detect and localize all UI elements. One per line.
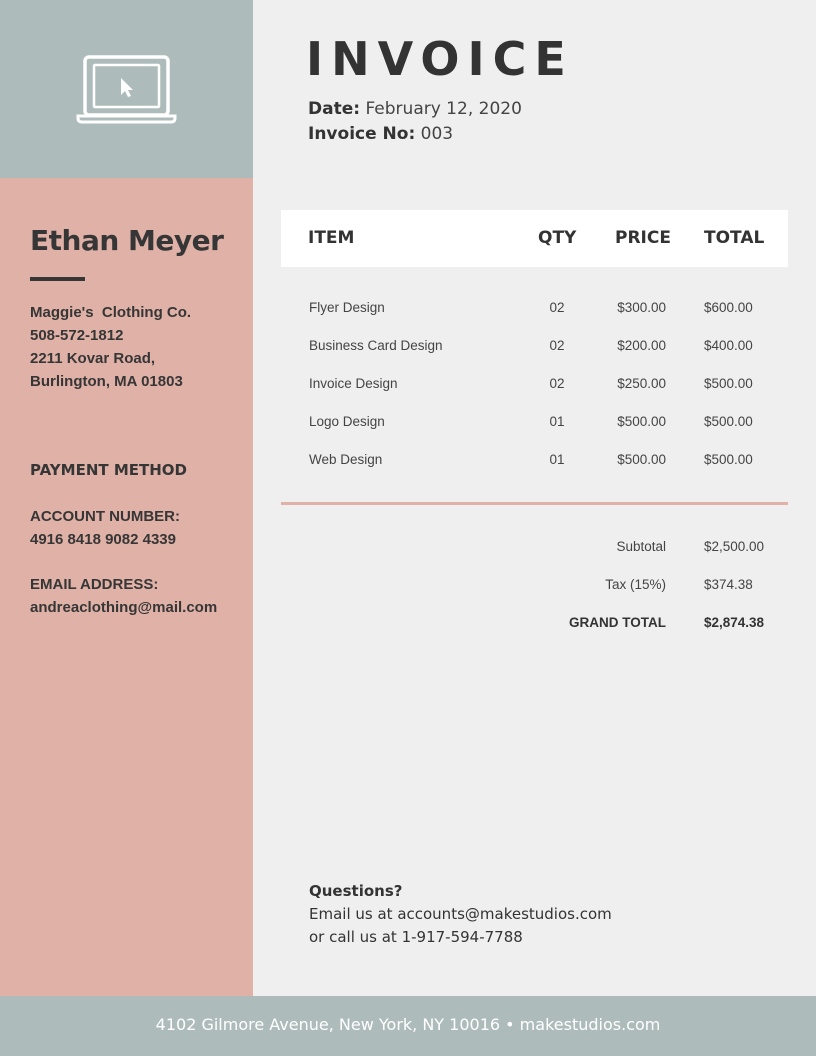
account-number-block: ACCOUNT NUMBER: 4916 8418 9082 4339 xyxy=(30,505,180,551)
invoice-date: Date: February 12, 2020 xyxy=(308,99,522,119)
footer-bar: 4102 Gilmore Avenue, New York, NY 10016 … xyxy=(0,996,816,1056)
table-row: Business Card Design 02 $200.00 $400.00 xyxy=(0,336,816,374)
row-qty: 02 xyxy=(549,300,565,315)
account-number-value: 4916 8418 9082 4339 xyxy=(30,531,176,548)
account-number-label: ACCOUNT NUMBER: xyxy=(30,508,180,525)
email-block: EMAIL ADDRESS: andreaclothing@mail.com xyxy=(30,573,217,619)
laptop-icon xyxy=(76,55,177,124)
row-qty: 01 xyxy=(549,452,565,467)
row-price: $200.00 xyxy=(617,338,666,353)
invoice-number: Invoice No: 003 xyxy=(308,124,453,144)
invoice-number-value: 003 xyxy=(420,124,454,144)
row-total: $500.00 xyxy=(704,452,753,467)
row-price: $300.00 xyxy=(617,300,666,315)
invoice-number-label: Invoice No: xyxy=(308,124,416,144)
row-total: $500.00 xyxy=(704,414,753,429)
name-underline xyxy=(30,277,85,281)
questions-block: Questions? Email us at accounts@makestud… xyxy=(309,880,612,949)
row-item: Invoice Design xyxy=(309,376,398,391)
footer-address: 4102 Gilmore Avenue, New York, NY 10016 … xyxy=(155,1015,661,1034)
row-price: $500.00 xyxy=(617,452,666,467)
subtotal-label: Subtotal xyxy=(616,539,666,554)
email-value[interactable]: andreaclothing@mail.com xyxy=(30,596,217,619)
row-item: Logo Design xyxy=(309,414,385,429)
header-qty: QTY xyxy=(538,228,577,248)
questions-phone-line[interactable]: or call us at 1-917-594-7788 xyxy=(309,926,612,949)
row-qty: 02 xyxy=(549,338,565,353)
row-qty: 02 xyxy=(549,376,565,391)
row-price: $250.00 xyxy=(617,376,666,391)
invoice-title: INVOICE xyxy=(306,32,574,86)
table-row: Web Design 01 $500.00 $500.00 xyxy=(0,450,816,488)
items-table-header: ITEM QTY PRICE TOTAL xyxy=(281,210,788,267)
row-item: Business Card Design xyxy=(309,338,443,353)
grand-total-value: $2,874.38 xyxy=(704,615,765,630)
cursor-icon xyxy=(121,78,133,97)
questions-email-line[interactable]: Email us at accounts@makestudios.com xyxy=(309,903,612,926)
header-price: PRICE xyxy=(615,228,671,248)
table-row: Flyer Design 02 $300.00 $600.00 xyxy=(0,298,816,336)
row-total: $500.00 xyxy=(704,376,753,391)
table-row: Invoice Design 02 $250.00 $500.00 xyxy=(0,374,816,412)
logo-panel xyxy=(0,0,253,178)
row-item: Flyer Design xyxy=(309,300,385,315)
row-qty: 01 xyxy=(549,414,565,429)
row-total: $400.00 xyxy=(704,338,753,353)
subtotal-value: $2,500.00 xyxy=(704,539,765,554)
header-total: TOTAL xyxy=(704,228,765,248)
table-row: Logo Design 01 $500.00 $500.00 xyxy=(0,412,816,450)
tax-label: Tax (15%) xyxy=(605,577,666,592)
questions-heading: Questions? xyxy=(309,882,403,900)
tax-value: $374.38 xyxy=(704,577,753,592)
grand-total-label: GRAND TOTAL xyxy=(569,615,666,630)
date-value: February 12, 2020 xyxy=(365,99,522,119)
header-item: ITEM xyxy=(308,228,355,248)
date-label: Date: xyxy=(308,99,361,119)
email-label: EMAIL ADDRESS: xyxy=(30,576,159,593)
items-table-body: Flyer Design 02 $300.00 $600.00 Business… xyxy=(0,298,816,488)
row-item: Web Design xyxy=(309,452,383,467)
client-name: Ethan Meyer xyxy=(30,224,224,257)
row-price: $500.00 xyxy=(617,414,666,429)
table-divider xyxy=(281,502,788,505)
row-total: $600.00 xyxy=(704,300,753,315)
